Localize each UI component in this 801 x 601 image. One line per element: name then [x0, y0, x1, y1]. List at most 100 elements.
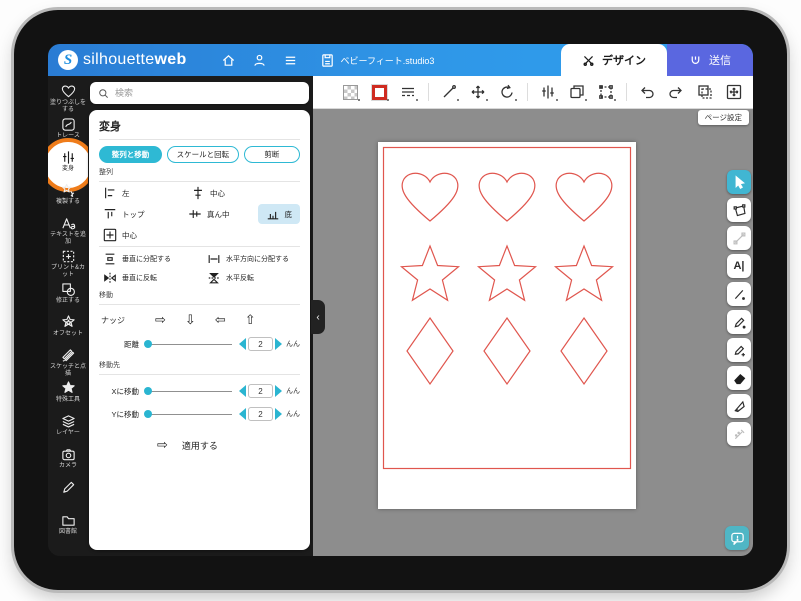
tab-shear[interactable]: 剪断: [243, 146, 300, 163]
distance-increment[interactable]: [275, 338, 282, 350]
sidebar-item-layers[interactable]: レイヤー: [48, 412, 88, 445]
distribute-horizontal-button[interactable]: 水平方向に分配する: [207, 252, 289, 266]
distance-slider-handle[interactable]: [144, 340, 152, 348]
sketch-icon: [61, 348, 76, 363]
apply-button[interactable]: ⇨ 適用する: [157, 437, 300, 453]
sidebar-item-offset[interactable]: オフセット: [48, 313, 88, 346]
silhouette-logo-icon: S: [58, 50, 78, 70]
stroke-swatch[interactable]: [370, 83, 389, 101]
text-tool-button[interactable]: A|: [727, 254, 751, 278]
search-icon: [99, 88, 108, 98]
distribute-vertical-button[interactable]: 垂直に分配する: [99, 252, 207, 266]
design-canvas-area[interactable]: ページ設定 A|: [313, 76, 753, 556]
search-box[interactable]: [90, 82, 309, 104]
bounding-box-icon: [599, 85, 613, 99]
flip-horizontal-button[interactable]: 水平反転: [207, 271, 254, 285]
text-icon: [61, 216, 76, 231]
move-y-slider-handle[interactable]: [144, 410, 152, 418]
sidebar-item-camera[interactable]: カメラ: [48, 445, 88, 478]
align-bottom-button[interactable]: 底: [257, 204, 300, 224]
redo-button[interactable]: [667, 83, 685, 101]
design-blades-icon: [583, 55, 594, 66]
replicate-icon: [61, 183, 76, 198]
menu-icon[interactable]: [283, 53, 298, 68]
line-draw-tool-button[interactable]: [727, 282, 751, 306]
align-center-v-button[interactable]: 中心: [191, 186, 225, 200]
flip-horizontal-icon: [208, 273, 220, 284]
fill-swatch[interactable]: [341, 83, 360, 101]
sidebar-item-print-cut[interactable]: プリント&カット: [48, 247, 88, 280]
sidebar-item-add-text[interactable]: テキストを追加: [48, 214, 88, 247]
duplicate-tool-button[interactable]: [568, 83, 587, 101]
design-page[interactable]: [378, 142, 636, 509]
trace-icon: [61, 117, 76, 132]
nudge-left-button[interactable]: ⇦: [215, 312, 226, 328]
sidebar-item-library[interactable]: 図書館: [48, 511, 88, 544]
pen-tool-button[interactable]: [727, 338, 751, 362]
page-setup-button[interactable]: ページ設定: [697, 110, 749, 125]
move-tool-button[interactable]: [469, 83, 488, 101]
select-tool-button[interactable]: [727, 170, 751, 194]
move-x-slider[interactable]: [144, 387, 232, 395]
distance-value[interactable]: 2: [248, 337, 273, 351]
tab-align-move[interactable]: 整列と移動: [99, 146, 162, 163]
eraser-icon: [733, 373, 745, 384]
canvas-toolbar: [313, 76, 753, 109]
sidebar-item-modify[interactable]: 修正する: [48, 280, 88, 313]
nudge-label: ナッジ: [101, 315, 125, 325]
flip-vertical-button[interactable]: 垂直に反転: [99, 271, 207, 285]
move-tool-icon: [471, 85, 485, 99]
pencil-tool-button[interactable]: [727, 310, 751, 334]
distance-slider[interactable]: [144, 340, 232, 348]
tab-design-label: デザイン: [602, 55, 646, 67]
move-y-value[interactable]: 2: [248, 407, 273, 421]
tab-send[interactable]: 送信: [667, 44, 753, 76]
shape-transform-tool-button[interactable]: [727, 198, 751, 222]
transform-tool-button[interactable]: [539, 83, 558, 101]
search-input[interactable]: [115, 88, 301, 98]
move-y-decrement[interactable]: [239, 408, 246, 420]
sidebar-item-replicate[interactable]: 複製する: [48, 181, 88, 214]
tab-scale-rotate[interactable]: スケールと回転: [166, 146, 239, 163]
right-tool-palette: A|: [727, 170, 751, 446]
move-x-decrement[interactable]: [239, 385, 246, 397]
move-x-value[interactable]: 2: [248, 384, 273, 398]
distance-decrement[interactable]: [239, 338, 246, 350]
feedback-chat-button[interactable]: [725, 526, 749, 550]
nudge-up-button[interactable]: ⇧: [245, 312, 256, 328]
user-icon[interactable]: [252, 53, 267, 68]
sidebar-item-sketch[interactable]: スケッチと点描: [48, 346, 88, 379]
copy-page-button[interactable]: [696, 83, 714, 101]
panel-collapse-handle[interactable]: ‹: [311, 300, 325, 334]
sidebar-item-transform[interactable]: 変身: [48, 148, 88, 181]
move-section-label: 移動: [99, 292, 113, 299]
line-tool-button[interactable]: [440, 83, 459, 101]
tab-design[interactable]: デザイン: [561, 44, 667, 76]
move-y-increment[interactable]: [275, 408, 282, 420]
home-icon[interactable]: [221, 53, 236, 68]
align-center-button[interactable]: 中心: [99, 228, 191, 242]
align-top-button[interactable]: トップ: [99, 207, 188, 221]
sidebar-item-fill[interactable]: 塗りつぶしをする: [48, 82, 88, 115]
point-edit-tool-button[interactable]: [727, 226, 751, 250]
move-y-slider[interactable]: [144, 410, 232, 418]
align-middle-button[interactable]: 真ん中: [188, 207, 258, 221]
knife-tool-button[interactable]: [727, 394, 751, 418]
sidebar-item-pen[interactable]: [48, 478, 88, 511]
stipple-tool-button[interactable]: [727, 422, 751, 446]
file-name[interactable]: ベビーフィート.studio3: [341, 54, 435, 67]
sidebar-item-special-tools[interactable]: 特殊工具: [48, 379, 88, 412]
nudge-right-button[interactable]: ⇨: [155, 312, 166, 328]
align-left-button[interactable]: 左: [99, 186, 191, 200]
move-x-increment[interactable]: [275, 385, 282, 397]
eraser-tool-button[interactable]: [727, 366, 751, 390]
nudge-down-button[interactable]: ⇩: [185, 312, 196, 328]
move-x-slider-handle[interactable]: [144, 387, 152, 395]
fit-view-icon: [726, 84, 742, 100]
tab-send-label: 送信: [709, 55, 731, 67]
rotate-tool-button[interactable]: [498, 83, 517, 101]
fit-view-button[interactable]: [725, 83, 743, 101]
line-style-button[interactable]: [399, 83, 418, 101]
undo-button[interactable]: [638, 83, 656, 101]
bounding-box-tool-button[interactable]: [597, 83, 616, 101]
